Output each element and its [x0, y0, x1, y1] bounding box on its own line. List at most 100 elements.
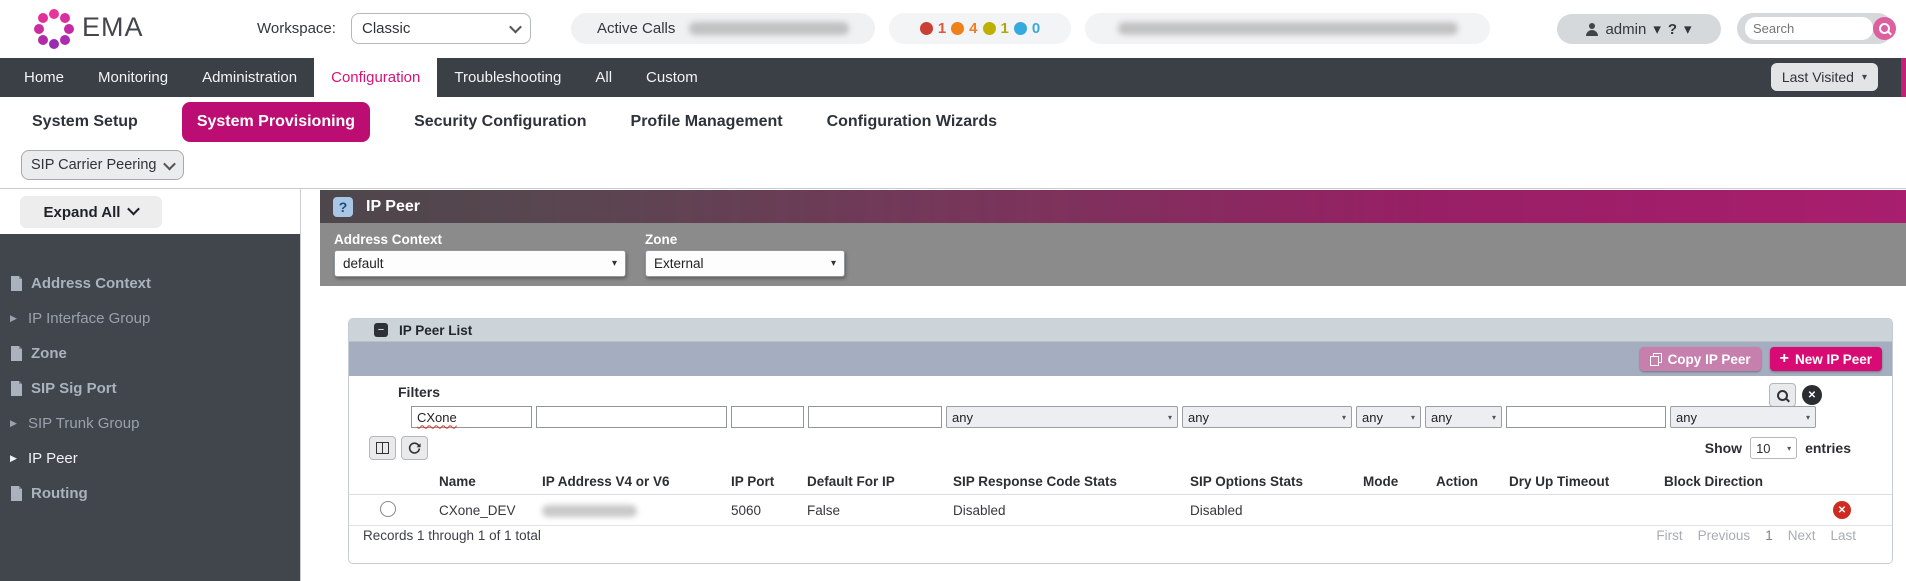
panel-header: − IP Peer List — [349, 319, 1892, 342]
address-context-value: default — [343, 256, 384, 271]
filter-clear-button[interactable]: ✕ — [1802, 385, 1822, 405]
tab-security-configuration[interactable]: Security Configuration — [414, 113, 586, 131]
expand-arrow-icon[interactable]: ▶ — [10, 453, 20, 464]
col-select — [349, 468, 439, 495]
collapse-icon[interactable]: − — [374, 323, 388, 337]
copy-icon — [1650, 353, 1662, 366]
chevron-down-icon: ▾ — [1653, 20, 1661, 38]
chevron-down-icon: ▾ — [1862, 72, 1867, 83]
search-icon — [1777, 390, 1788, 401]
filter-default-for-ip-input[interactable] — [808, 406, 942, 428]
sidebar-item-label: Zone — [31, 345, 67, 362]
document-icon — [10, 276, 23, 291]
cell-dry-up-timeout — [1509, 495, 1664, 526]
workspace-select[interactable]: Classic — [351, 13, 531, 44]
filter-ip-address-input[interactable] — [536, 406, 727, 428]
active-calls-detail-redacted — [689, 22, 849, 35]
zone-select[interactable]: External ▾ — [645, 250, 845, 277]
filter-action-select[interactable]: any▾ — [1425, 406, 1502, 428]
system-info-pill — [1085, 13, 1490, 44]
filter-sip-response-select[interactable]: any▾ — [946, 406, 1178, 428]
nav-item-troubleshooting[interactable]: Troubleshooting — [437, 58, 578, 97]
config-tree-sidebar: Address Context ▶ IP Interface Group Zon… — [0, 234, 300, 581]
sidebar-item-ip-peer[interactable]: ▶ IP Peer — [0, 441, 300, 476]
sidebar-item-zone[interactable]: Zone — [0, 336, 300, 371]
tab-system-provisioning[interactable]: System Provisioning — [182, 102, 370, 142]
last-visited-button[interactable]: Last Visited ▾ — [1771, 63, 1878, 91]
page-size-value: 10 — [1756, 441, 1770, 456]
tab-profile-management[interactable]: Profile Management — [631, 113, 783, 131]
nav-item-administration[interactable]: Administration — [185, 58, 314, 97]
help-menu-label[interactable]: ? — [1668, 21, 1677, 38]
tab-system-setup[interactable]: System Setup — [32, 113, 138, 131]
page-first[interactable]: First — [1656, 528, 1682, 543]
active-calls-label: Active Calls — [597, 20, 675, 37]
search-button[interactable] — [1873, 17, 1896, 40]
nav-item-monitoring[interactable]: Monitoring — [81, 58, 185, 97]
search-input[interactable] — [1745, 17, 1873, 40]
sidebar-item-ip-interface-group[interactable]: ▶ IP Interface Group — [0, 301, 300, 336]
col-dry-up-timeout: Dry Up Timeout — [1509, 468, 1664, 495]
column-settings-button[interactable] — [369, 436, 396, 460]
scope-select[interactable]: SIP Carrier Peering — [21, 150, 184, 180]
chevron-down-icon: ▾ — [1342, 413, 1346, 422]
panel-toolbar: Copy IP Peer + New IP Peer — [349, 342, 1892, 376]
sidebar-item-sip-sig-port[interactable]: SIP Sig Port — [0, 371, 300, 406]
nav-item-home[interactable]: Home — [0, 58, 81, 97]
filter-mode-select[interactable]: any▾ — [1356, 406, 1421, 428]
page-size-select[interactable]: 10 ▾ — [1750, 437, 1797, 459]
nav-item-configuration[interactable]: Configuration — [314, 58, 437, 97]
expand-arrow-icon[interactable]: ▶ — [10, 313, 20, 324]
expand-arrow-icon[interactable]: ▶ — [10, 418, 20, 429]
page-number[interactable]: 1 — [1765, 528, 1773, 543]
panel-body: Filters ✕ CXone any▾ any▾ any▾ any▾ any▾ — [349, 376, 1892, 564]
user-icon — [1586, 23, 1598, 36]
user-menu[interactable]: admin ▾ ? ▾ — [1557, 14, 1721, 44]
delete-row-button[interactable]: ✕ — [1833, 501, 1851, 519]
cell-name: CXone_DEV — [439, 495, 542, 526]
col-action: Action — [1436, 468, 1509, 495]
help-icon[interactable]: ? — [333, 197, 353, 217]
main-nav: Home Monitoring Administration Configura… — [0, 58, 1906, 97]
ip-peer-table: Name IP Address V4 or V6 IP Port Default… — [349, 468, 1893, 526]
sidebar-item-routing[interactable]: Routing — [0, 476, 300, 511]
filter-ip-port-input[interactable] — [731, 406, 804, 428]
close-icon: ✕ — [1808, 390, 1816, 401]
copy-ip-peer-button[interactable]: Copy IP Peer — [1640, 347, 1761, 371]
nav-item-all[interactable]: All — [578, 58, 629, 97]
page-previous[interactable]: Previous — [1698, 528, 1751, 543]
col-name: Name — [439, 468, 542, 495]
chevron-down-icon: ▾ — [831, 258, 836, 269]
cell-sip-options-stats: Disabled — [1190, 495, 1363, 526]
workspace-label: Workspace: — [257, 20, 336, 37]
refresh-button[interactable] — [401, 436, 428, 460]
alarm-info-icon — [1014, 22, 1027, 35]
copy-ip-peer-label: Copy IP Peer — [1668, 352, 1751, 367]
user-label: admin — [1605, 21, 1646, 38]
nav-item-custom[interactable]: Custom — [629, 58, 715, 97]
page-next[interactable]: Next — [1788, 528, 1816, 543]
app-logo-text: EMA — [82, 12, 144, 43]
sidebar-item-address-context[interactable]: Address Context — [0, 266, 300, 301]
filter-sip-options-select[interactable]: any▾ — [1182, 406, 1352, 428]
row-select-radio[interactable] — [380, 501, 396, 517]
tab-configuration-wizards[interactable]: Configuration Wizards — [827, 113, 998, 131]
address-context-select[interactable]: default ▾ — [334, 250, 626, 277]
delete-icon: ✕ — [1838, 505, 1846, 516]
alarm-critical-icon — [920, 22, 933, 35]
filter-dry-up-timeout-input[interactable] — [1506, 406, 1666, 428]
cell-block-direction — [1664, 495, 1831, 526]
new-ip-peer-button[interactable]: + New IP Peer — [1770, 347, 1882, 371]
expand-all-button[interactable]: Expand All — [20, 196, 162, 228]
alarm-summary[interactable]: 1 4 1 0 — [889, 13, 1071, 44]
document-icon — [10, 346, 23, 361]
top-bar: EMA Workspace: Classic Active Calls 1 4 … — [0, 0, 1906, 58]
plus-icon: + — [1780, 350, 1789, 368]
filter-search-button[interactable] — [1769, 383, 1796, 407]
show-label: Show — [1705, 440, 1742, 456]
filter-block-direction-select[interactable]: any▾ — [1670, 406, 1816, 428]
page-last[interactable]: Last — [1830, 528, 1856, 543]
filter-name-input[interactable]: CXone — [411, 406, 532, 428]
sidebar-item-sip-trunk-group[interactable]: ▶ SIP Trunk Group — [0, 406, 300, 441]
records-summary: Records 1 through 1 of 1 total — [363, 528, 541, 543]
